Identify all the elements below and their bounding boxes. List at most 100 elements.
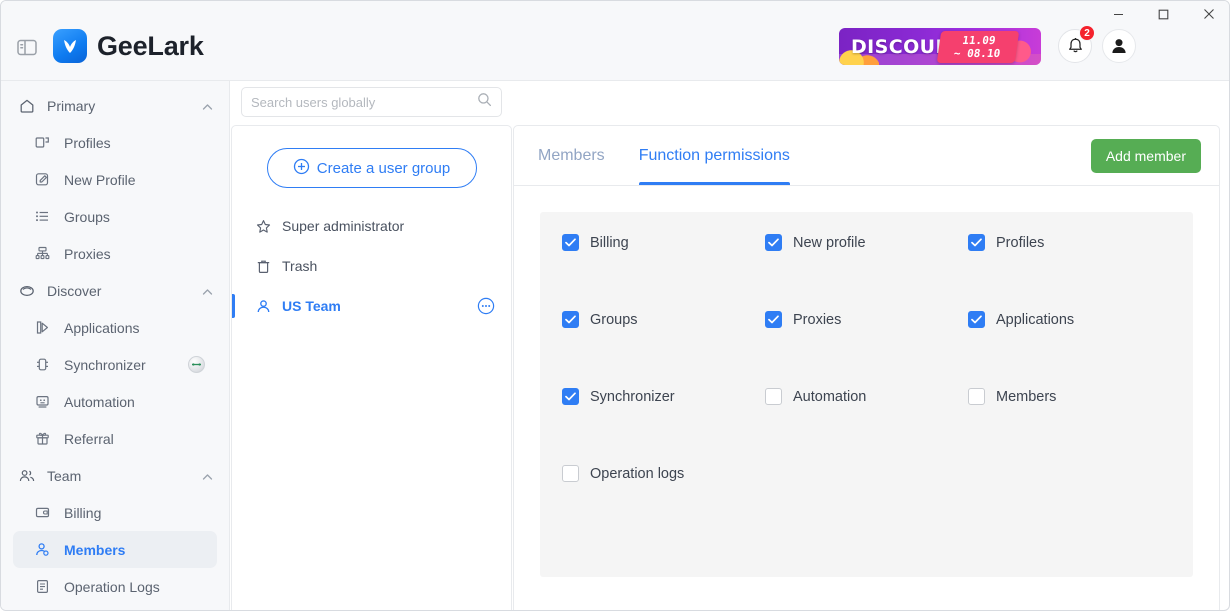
sidebar-item-new-profile[interactable]: New Profile <box>13 161 217 198</box>
sidebar-item-label: Proxies <box>64 246 111 262</box>
sidebar-item-label: Applications <box>64 320 140 336</box>
tab-members[interactable]: Members <box>538 126 605 185</box>
sidebar-item-referral[interactable]: Referral <box>13 420 217 457</box>
permission-groups[interactable]: Groups <box>562 311 765 328</box>
sidebar-group-label: Team <box>47 468 202 484</box>
permission-proxies[interactable]: Proxies <box>765 311 968 328</box>
app-title: GeeLark <box>97 31 204 62</box>
sidebar-item-members[interactable]: Members <box>13 531 217 568</box>
sidebar-item-synchronizer[interactable]: Synchronizer <box>13 346 217 383</box>
sidebar-group-label: Discover <box>47 283 202 299</box>
user-group-panel: Create a user group Super administrator … <box>231 125 512 611</box>
search-input[interactable] <box>251 95 477 110</box>
profiles-icon <box>35 135 55 150</box>
checkbox-automation[interactable] <box>765 388 782 405</box>
search-icon[interactable] <box>477 92 492 112</box>
checkbox-members[interactable] <box>968 388 985 405</box>
brand: GeeLark <box>53 29 204 63</box>
discount-date-from: 11.09 <box>961 34 996 47</box>
permission-synchronizer[interactable]: Synchronizer <box>562 388 765 405</box>
main-content-panel: Members Function permissions Add member … <box>513 125 1220 611</box>
notification-count-badge: 2 <box>1079 25 1095 41</box>
discount-banner[interactable]: DISCOUNT 11.09 ~ 08.10 <box>839 28 1041 65</box>
operation-logs-icon <box>35 579 55 594</box>
sidebar-item-label: New Profile <box>64 172 136 188</box>
automation-icon <box>35 394 55 409</box>
permission-label: Operation logs <box>590 466 684 482</box>
permission-billing[interactable]: Billing <box>562 234 765 251</box>
sidebar-item-automation[interactable]: Automation <box>13 383 217 420</box>
geelark-app-window: GeeLark DISCOUNT 11.09 ~ 08.10 2 <box>0 0 1230 611</box>
sidebar-item-profiles[interactable]: Profiles <box>13 124 217 161</box>
billing-icon <box>35 505 55 520</box>
permission-members[interactable]: Members <box>968 388 1171 405</box>
checkbox-proxies[interactable] <box>765 311 782 328</box>
close-button[interactable] <box>1186 1 1230 27</box>
sidebar-item-label: Operation Logs <box>64 579 160 595</box>
permission-automation[interactable]: Automation <box>765 388 968 405</box>
minimize-button[interactable] <box>1096 1 1141 27</box>
sidebar-item-label: Groups <box>64 209 110 225</box>
permission-operation-logs[interactable]: Operation logs <box>562 465 765 482</box>
group-item-super-administrator[interactable]: Super administrator <box>232 206 511 246</box>
content-tabbar: Members Function permissions Add member <box>514 126 1219 186</box>
checkbox-profiles[interactable] <box>968 234 985 251</box>
permission-label: Proxies <box>793 312 841 328</box>
checkbox-synchronizer[interactable] <box>562 388 579 405</box>
sidebar-group-discover[interactable]: Discover <box>1 272 229 309</box>
sidebar-group-label: Primary <box>47 98 202 114</box>
home-icon <box>19 98 39 114</box>
permission-label: Members <box>996 389 1056 405</box>
star-icon <box>256 219 274 234</box>
referral-icon <box>35 431 55 446</box>
sidebar-group-primary[interactable]: Primary <box>1 87 229 124</box>
checkbox-new-profile[interactable] <box>765 234 782 251</box>
sidebar-item-label: Members <box>64 542 125 558</box>
sidebar-item-billing[interactable]: Billing <box>13 494 217 531</box>
checkbox-operation-logs[interactable] <box>562 465 579 482</box>
permission-new-profile[interactable]: New profile <box>765 234 968 251</box>
title-bar: GeeLark DISCOUNT 11.09 ~ 08.10 2 <box>1 1 1230 81</box>
chevron-up-icon <box>202 283 213 299</box>
permission-label: Applications <box>996 312 1074 328</box>
sidebar-item-label: Billing <box>64 505 101 521</box>
create-user-group-button[interactable]: Create a user group <box>267 148 477 188</box>
search-box[interactable] <box>241 87 502 117</box>
sidebar-item-groups[interactable]: Groups <box>13 198 217 235</box>
panel-toggle-icon[interactable] <box>15 35 39 59</box>
group-item-trash[interactable]: Trash <box>232 246 511 286</box>
add-member-button[interactable]: Add member <box>1091 139 1201 173</box>
group-item-label: Trash <box>282 258 317 274</box>
user-avatar-button[interactable] <box>1102 29 1136 63</box>
left-sidebar: Primary Profiles New Profile <box>1 81 230 611</box>
tab-function-permissions[interactable]: Function permissions <box>639 126 790 185</box>
chevron-up-icon <box>202 98 213 114</box>
maximize-button[interactable] <box>1141 1 1186 27</box>
checkbox-applications[interactable] <box>968 311 985 328</box>
sidebar-item-applications[interactable]: Applications <box>13 309 217 346</box>
window-controls <box>1096 1 1230 27</box>
group-item-us-team[interactable]: US Team <box>232 286 511 326</box>
permission-applications[interactable]: Applications <box>968 311 1171 328</box>
sidebar-item-proxies[interactable]: Proxies <box>13 235 217 272</box>
permission-label: Automation <box>793 389 866 405</box>
create-user-group-label: Create a user group <box>317 160 450 177</box>
group-item-label: US Team <box>282 298 341 314</box>
group-item-label: Super administrator <box>282 218 404 234</box>
permission-profiles[interactable]: Profiles <box>968 234 1171 251</box>
checkbox-billing[interactable] <box>562 234 579 251</box>
permission-label: New profile <box>793 235 866 251</box>
discount-date-to: ~ 08.10 <box>953 47 1001 60</box>
user-icon <box>256 299 274 314</box>
checkbox-groups[interactable] <box>562 311 579 328</box>
new-profile-icon <box>35 172 55 187</box>
more-circle-icon[interactable] <box>477 297 495 315</box>
applications-icon <box>35 320 55 335</box>
synchronizer-icon <box>35 357 55 372</box>
sidebar-item-operation-logs[interactable]: Operation Logs <box>13 568 217 605</box>
proxies-icon <box>35 246 55 261</box>
function-permissions-box: Billing New profile Profiles <box>540 212 1193 577</box>
sidebar-item-label: Referral <box>64 431 114 447</box>
sidebar-group-team[interactable]: Team <box>1 457 229 494</box>
notifications-button[interactable]: 2 <box>1058 29 1092 63</box>
